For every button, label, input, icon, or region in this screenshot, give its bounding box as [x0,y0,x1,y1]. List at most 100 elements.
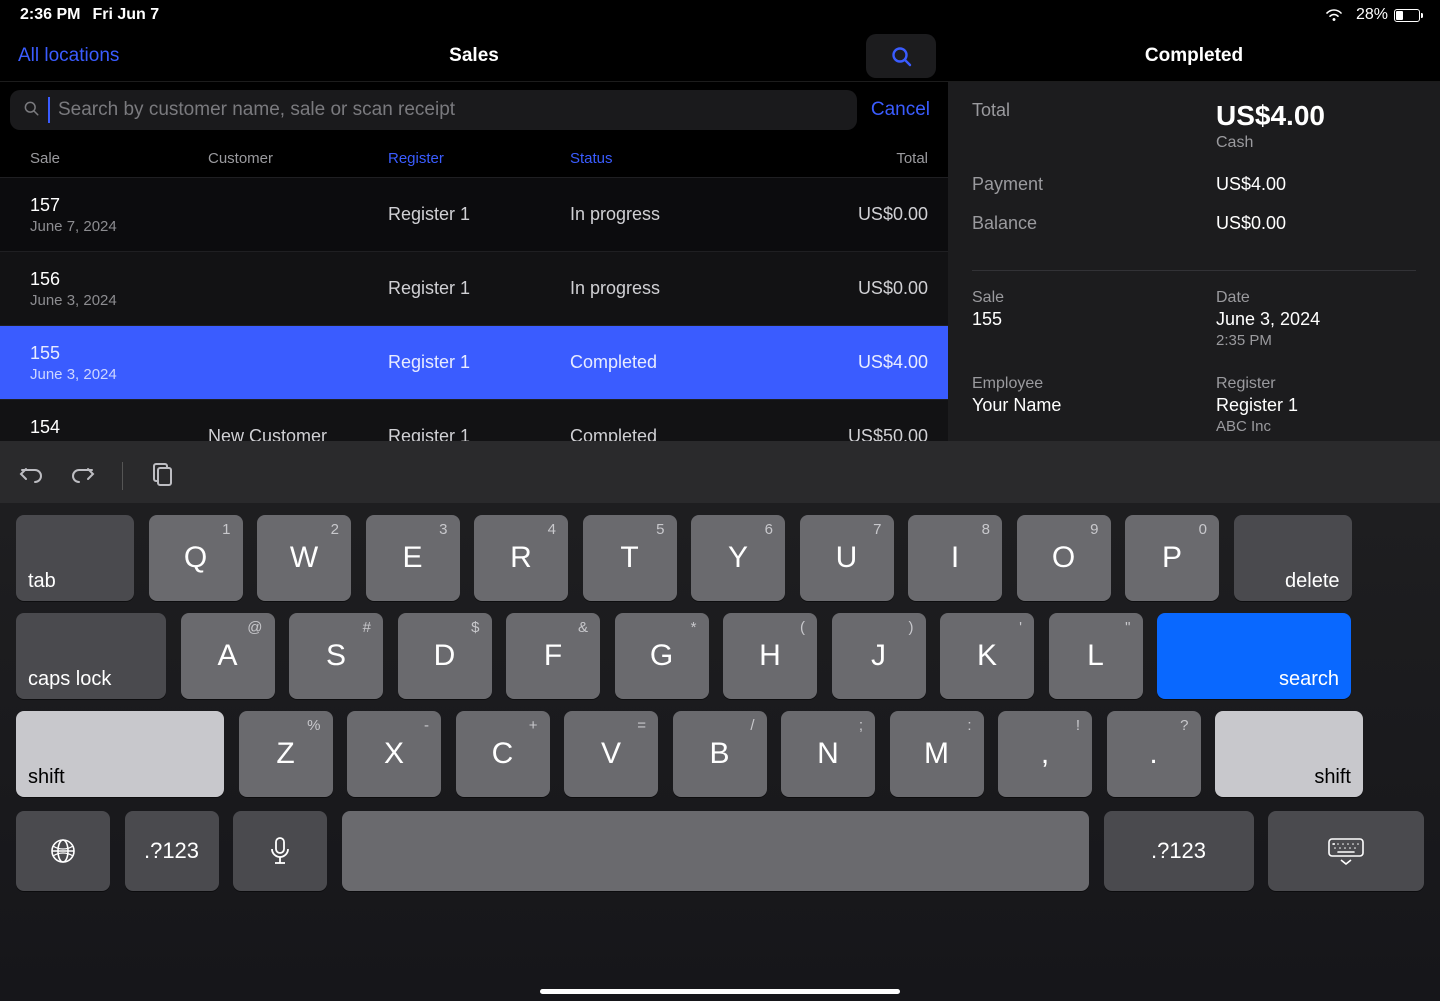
home-indicator[interactable] [540,989,900,994]
page-title: Sales [322,45,626,67]
keyboard-row-2: caps lock @A#S$D&F*G(H)J'K"Lsearch [0,613,1440,699]
status-time: 2:36 PM [20,6,80,24]
key-h[interactable]: (H [723,613,817,699]
keyboard-toolbar [0,449,1440,503]
keyboard-icon [1327,837,1365,865]
key-s[interactable]: #S [289,613,383,699]
sale-date: June 3, 2024 [30,366,208,383]
key-delete[interactable]: delete [1234,515,1352,601]
employee-label: Employee [972,375,1216,393]
table-row[interactable]: 157June 7, 2024Register 1In progressUS$0… [0,178,948,252]
status-right: 28% [1324,6,1420,24]
date-time: 2:35 PM [1216,332,1416,349]
payment-label: Payment [972,174,1216,195]
redo-icon[interactable] [68,463,96,490]
key-u[interactable]: 7U [800,515,894,601]
key-w[interactable]: 2W [257,515,351,601]
balance-label: Balance [972,213,1216,234]
key-y[interactable]: 6Y [691,515,785,601]
cancel-button[interactable]: Cancel [871,99,930,121]
key-tab[interactable]: tab [16,515,134,601]
battery-pct: 28% [1356,6,1388,24]
payment-value: US$4.00 [1216,174,1286,195]
col-register[interactable]: Register [388,150,570,167]
detail-title: Completed [948,30,1440,82]
key-x[interactable]: -X [347,711,441,797]
key-a[interactable]: @A [181,613,275,699]
key-n[interactable]: ;N [781,711,875,797]
keyboard-row-3: shift %Z-X+C=V/B;N:M!,?.shift [0,711,1440,797]
key-d[interactable]: $D [398,613,492,699]
table-header: Sale Customer Register Status Total [0,140,948,178]
register: Register 1 [388,278,570,299]
key-r[interactable]: 4R [474,515,568,601]
key-,[interactable]: !, [998,711,1092,797]
sale-label: Sale [972,289,1216,307]
key-dismiss[interactable] [1268,811,1424,891]
status-bar: 2:36 PM Fri Jun 7 28% [0,0,1440,30]
key-m[interactable]: :M [890,711,984,797]
key-i[interactable]: 8I [908,515,1002,601]
total-value: US$4.00 [1216,100,1325,132]
key-b[interactable]: /B [673,711,767,797]
total: US$0.00 [770,204,928,225]
key-q[interactable]: 1Q [149,515,243,601]
key-o[interactable]: 9O [1017,515,1111,601]
key-j[interactable]: )J [832,613,926,699]
status: In progress [570,278,770,299]
key-shift-left[interactable]: shift [16,711,224,797]
total-method: Cash [1216,134,1325,152]
undo-icon[interactable] [18,463,46,490]
key-shift-right[interactable]: shift [1215,711,1363,797]
search-icon [889,44,913,68]
key-search[interactable]: search [1157,613,1351,699]
key-z[interactable]: %Z [239,711,333,797]
detail-pane: Completed Total US$4.00 Cash Payment US$… [948,30,1440,500]
table-row[interactable]: 156June 3, 2024Register 1In progressUS$0… [0,252,948,326]
key-mode-left[interactable]: .?123 [125,811,219,891]
sale-number: 157 [30,195,208,216]
keyboard-row-4: .?123 .?123 [0,811,1440,891]
key-p[interactable]: 0P [1125,515,1219,601]
key-space[interactable] [342,811,1090,891]
mic-icon [269,836,291,866]
date-value: June 3, 2024 [1216,309,1416,330]
keyboard-row-1: tab 1Q2W3E4R5T6Y7U8I9O0Pdelete [0,515,1440,601]
battery-icon [1394,9,1420,22]
key-e[interactable]: 3E [366,515,460,601]
employee-value: Your Name [972,395,1216,416]
col-sale: Sale [30,150,208,167]
register-label: Register [1216,375,1416,393]
key-g[interactable]: *G [615,613,709,699]
table-row[interactable]: 155June 3, 2024Register 1CompletedUS$4.0… [0,326,948,400]
status: Completed [570,352,770,373]
sale-date: June 3, 2024 [30,292,208,309]
app: All locations Sales [0,30,1440,500]
key-c[interactable]: +C [456,711,550,797]
key-l[interactable]: "L [1049,613,1143,699]
key-mode-right[interactable]: .?123 [1104,811,1254,891]
search-field[interactable] [10,90,857,130]
key-capslock[interactable]: caps lock [16,613,166,699]
key-v[interactable]: =V [564,711,658,797]
status-date: Fri Jun 7 [92,6,159,24]
key-.[interactable]: ?. [1107,711,1201,797]
wifi-icon [1324,8,1344,22]
clipboard-icon[interactable] [149,461,175,492]
back-button[interactable]: All locations [18,45,322,67]
col-status[interactable]: Status [570,150,770,167]
globe-icon [49,837,77,865]
register: Register 1 [388,204,570,225]
search-button[interactable] [866,34,936,78]
text-cursor [48,97,50,123]
key-globe[interactable] [16,811,110,891]
key-t[interactable]: 5T [583,515,677,601]
register-company: ABC Inc [1216,418,1416,435]
sale-number: 155 [30,343,208,364]
key-f[interactable]: &F [506,613,600,699]
search-input[interactable] [58,99,845,121]
key-mic[interactable] [233,811,327,891]
keyboard: tab 1Q2W3E4R5T6Y7U8I9O0Pdelete caps lock… [0,441,1440,1001]
total: US$4.00 [770,352,928,373]
key-k[interactable]: 'K [940,613,1034,699]
